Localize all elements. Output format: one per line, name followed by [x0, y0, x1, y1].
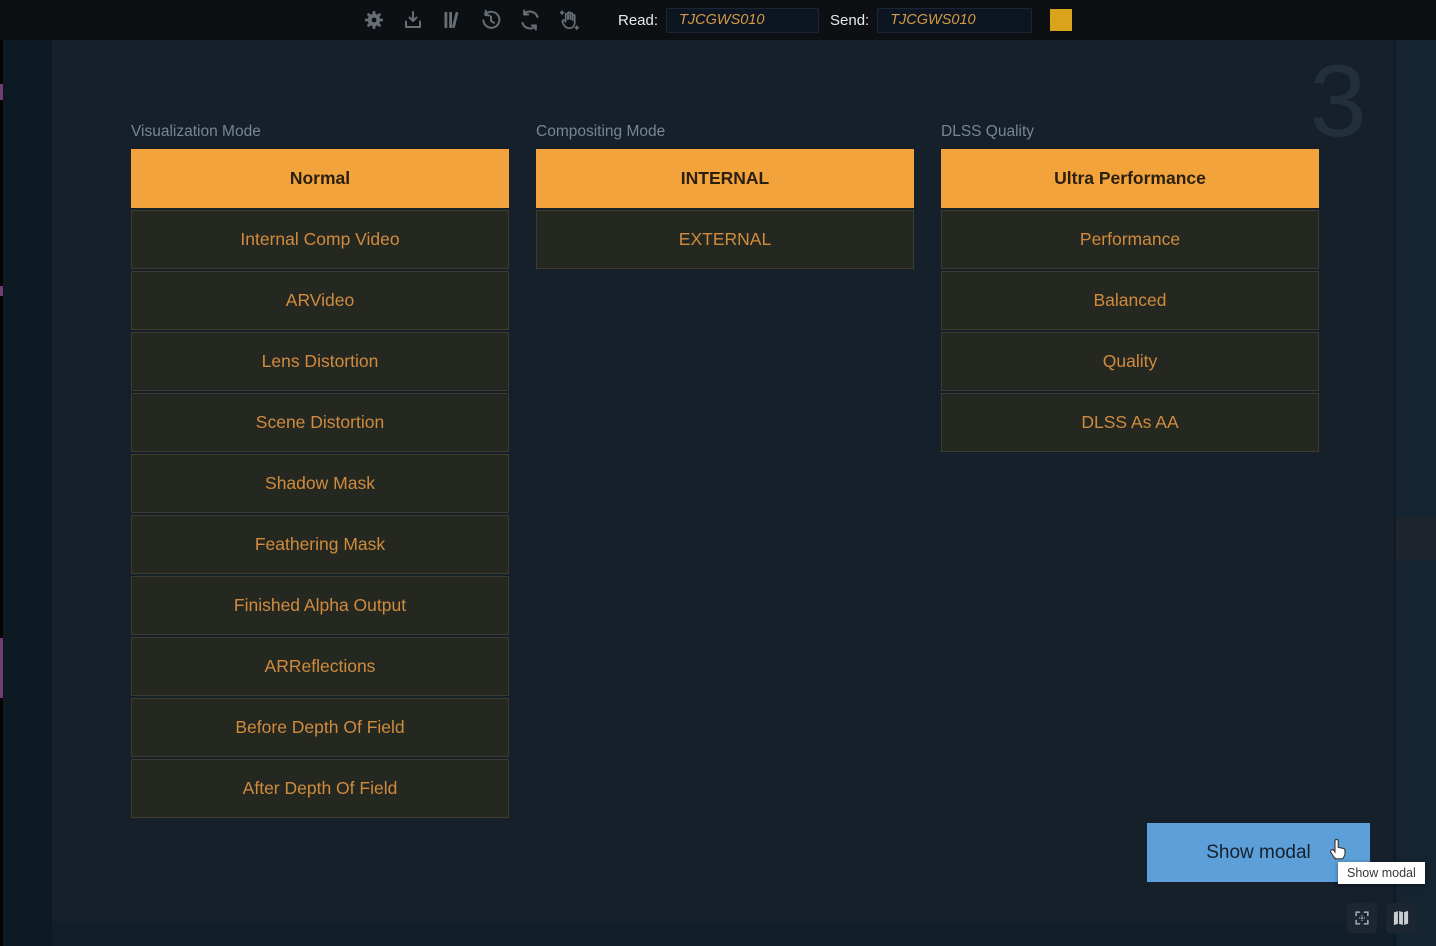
hand-gesture-icon[interactable]: [557, 8, 581, 32]
map-button[interactable]: [1386, 903, 1416, 933]
column-title: DLSS Quality: [941, 123, 1319, 143]
mode-button-lens-distortion[interactable]: Lens Distortion: [131, 332, 509, 391]
settings-icon[interactable]: [362, 8, 386, 32]
status-indicator: [1050, 9, 1072, 31]
mode-button-internal[interactable]: INTERNAL: [536, 149, 914, 208]
mode-button-performance[interactable]: Performance: [941, 210, 1319, 269]
column-title: Visualization Mode: [131, 123, 509, 143]
show-modal-tooltip: Show modal: [1338, 862, 1425, 884]
mode-button-external[interactable]: EXTERNAL: [536, 210, 914, 269]
fit-view-button[interactable]: [1347, 903, 1377, 933]
visualization-mode-column: Visualization Mode NormalInternal Comp V…: [131, 123, 509, 820]
read-field-group: Read:: [618, 0, 819, 40]
right-edge-panel: [1396, 40, 1436, 946]
mode-button-arreflections[interactable]: ARReflections: [131, 637, 509, 696]
toolbar-icon-group: [362, 8, 581, 32]
mode-button-balanced[interactable]: Balanced: [941, 271, 1319, 330]
send-label: Send:: [830, 12, 869, 29]
download-icon[interactable]: [401, 8, 425, 32]
bottom-strip: [52, 922, 1394, 946]
mode-button-normal[interactable]: Normal: [131, 149, 509, 208]
refresh-icon[interactable]: [518, 8, 542, 32]
app-window: 3: [0, 0, 1436, 946]
history-icon[interactable]: [479, 8, 503, 32]
mode-button-finished-alpha-output[interactable]: Finished Alpha Output: [131, 576, 509, 635]
mode-button-after-depth-of-field[interactable]: After Depth Of Field: [131, 759, 509, 818]
scrollbar-thumb[interactable]: [1396, 518, 1436, 560]
compositing-mode-column: Compositing Mode INTERNALEXTERNAL: [536, 123, 914, 271]
mode-button-ultra-performance[interactable]: Ultra Performance: [941, 149, 1319, 208]
video-artifact-strip: [0, 0, 3, 946]
show-modal-button[interactable]: Show modal: [1147, 823, 1370, 882]
read-input[interactable]: [666, 8, 819, 33]
mode-button-shadow-mask[interactable]: Shadow Mask: [131, 454, 509, 513]
mode-button-feathering-mask[interactable]: Feathering Mask: [131, 515, 509, 574]
dlss-quality-column: DLSS Quality Ultra PerformancePerformanc…: [941, 123, 1319, 454]
column-title: Compositing Mode: [536, 123, 914, 143]
mode-button-arvideo[interactable]: ARVideo: [131, 271, 509, 330]
mode-button-dlss-as-aa[interactable]: DLSS As AA: [941, 393, 1319, 452]
mode-button-before-depth-of-field[interactable]: Before Depth Of Field: [131, 698, 509, 757]
mode-button-internal-comp-video[interactable]: Internal Comp Video: [131, 210, 509, 269]
library-icon[interactable]: [440, 8, 464, 32]
read-label: Read:: [618, 12, 658, 29]
send-field-group: Send:: [830, 0, 1032, 40]
mode-button-quality[interactable]: Quality: [941, 332, 1319, 391]
mode-button-scene-distortion[interactable]: Scene Distortion: [131, 393, 509, 452]
toolbar: Read: Send:: [0, 0, 1436, 40]
send-input[interactable]: [877, 8, 1032, 33]
